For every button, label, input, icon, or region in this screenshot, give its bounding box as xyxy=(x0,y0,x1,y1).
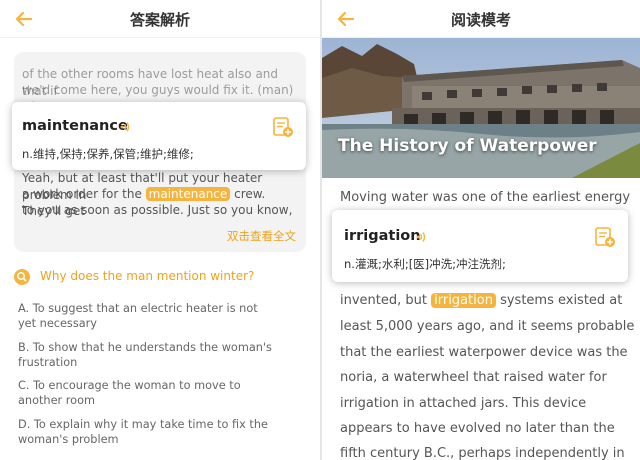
hero-image: The History of Waterpower xyxy=(322,38,640,178)
article-line: that the earliest waterpower device was … xyxy=(340,345,628,360)
article-title: The History of Waterpower xyxy=(338,136,597,156)
view-full-text-link[interactable]: 双击查看全文 xyxy=(227,228,296,244)
passage-text-segment: a work order for the xyxy=(22,187,142,201)
add-note-icon[interactable] xyxy=(594,226,616,248)
highlighted-word[interactable]: irrigation xyxy=(431,293,496,308)
sound-icon[interactable] xyxy=(120,121,132,133)
search-icon xyxy=(14,269,30,285)
popup-definition: n.维持,保持;保养,保管;维护;维修; xyxy=(22,147,194,161)
article-line: invented, but irrigation systems existed… xyxy=(340,293,622,308)
word-popup: maintenance n.维持,保持;保养,保管;维护;维修; xyxy=(12,102,306,170)
article-line: irrigation in attached jars. This device xyxy=(340,396,587,411)
article-line: Moving water was one of the earliest ene… xyxy=(340,190,631,205)
article-text-segment: systems existed at xyxy=(500,293,623,308)
mill-photo xyxy=(322,38,640,178)
answer-option-d[interactable]: D. To explain why it may take time to fi… xyxy=(18,417,278,447)
word-popup: irrigation n.灌溉;水利;[医]冲洗;冲注洗剂; xyxy=(332,210,628,282)
sound-icon[interactable] xyxy=(416,231,428,243)
passage-line: to you as soon as possible. Just so you … xyxy=(22,203,293,217)
article-line: appears to have evolved no later than th… xyxy=(340,421,615,436)
add-note-icon[interactable] xyxy=(272,116,294,138)
highlighted-word[interactable]: maintenance xyxy=(145,187,231,201)
reading-test-screen: 阅读模考 The History of Waterpower Moving wa… xyxy=(322,0,640,460)
article-line: noria, a waterwheel that raised water fo… xyxy=(340,370,607,385)
question-text: Why does the man mention winter? xyxy=(40,269,255,283)
answer-analysis-screen: 答案解析 of the other rooms have lost heat a… xyxy=(0,0,320,460)
article-text-segment: invented, but xyxy=(340,293,427,308)
answer-option-b[interactable]: B. To show that he understands the woman… xyxy=(18,340,278,370)
article-line: fifth century B.C., perhaps independentl… xyxy=(340,446,625,460)
question-row: Why does the man mention winter? xyxy=(14,266,314,288)
popup-word: maintenance xyxy=(22,118,128,134)
header: 阅读模考 xyxy=(322,0,640,38)
answer-option-c[interactable]: C. To encourage the woman to move to ano… xyxy=(18,378,278,408)
article-line: least 5,000 years ago, and it seems prob… xyxy=(340,319,635,334)
popup-definition: n.灌溉;水利;[医]冲洗;冲注洗剂; xyxy=(344,257,506,271)
answer-option-a[interactable]: A. To suggest that an electric heater is… xyxy=(18,301,278,331)
popup-word: irrigation xyxy=(344,228,421,244)
header: 答案解析 xyxy=(0,0,320,38)
page-title: 阅读模考 xyxy=(450,11,511,29)
page-title: 答案解析 xyxy=(129,11,190,29)
